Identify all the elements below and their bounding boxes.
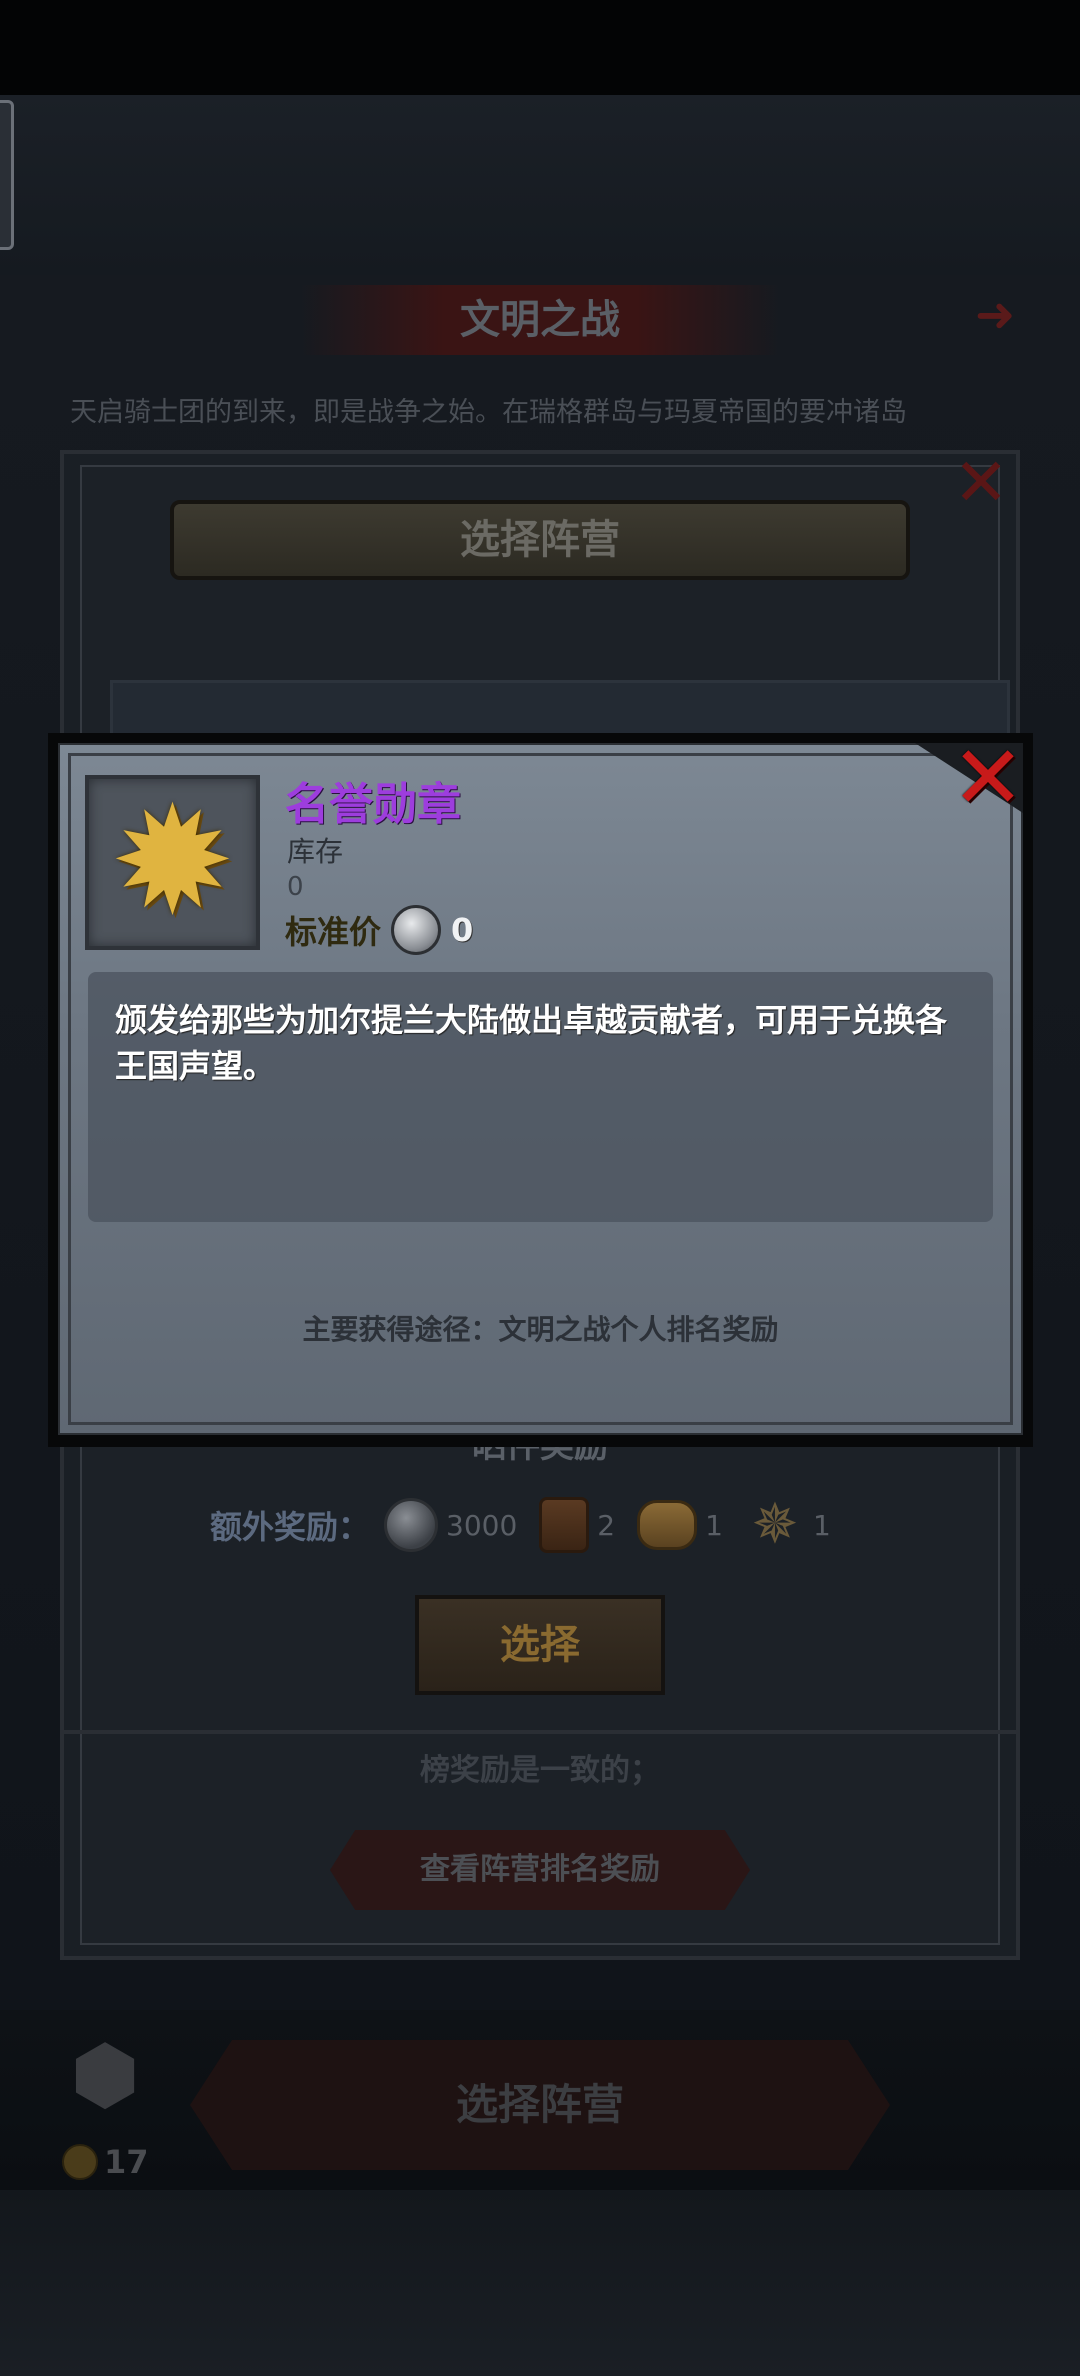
currency-value: 17 xyxy=(104,2143,149,2181)
extra-rewards-row: 额外奖励： 3000 2 1 ✵ 1 xyxy=(210,1490,845,1560)
beer-barrel-icon[interactable] xyxy=(539,1497,590,1553)
honor-medal-icon[interactable]: ✵ xyxy=(745,1495,805,1555)
side-tab[interactable] xyxy=(0,100,14,250)
reward-count: 1 xyxy=(812,1508,831,1542)
rank-info-text: 榜奖励是一致的； xyxy=(420,1753,660,1788)
footer xyxy=(0,2190,1080,2376)
select-button[interactable]: 选择 xyxy=(415,1595,665,1695)
bread-icon[interactable] xyxy=(637,1500,698,1550)
divider xyxy=(60,1730,1020,1734)
currency-count: 17 xyxy=(62,2143,149,2181)
silver-coin-icon[interactable] xyxy=(384,1498,439,1552)
status-bar xyxy=(0,0,1080,95)
price-row: 标准价 0 xyxy=(285,905,473,955)
item-source: 主要获得途径：文明之战个人排名奖励 xyxy=(302,1313,779,1346)
chest-icon[interactable]: ⬢ xyxy=(55,2030,155,2120)
extra-rewards-label: 额外奖励： xyxy=(210,1508,371,1546)
choose-faction-button[interactable]: 选择阵营 xyxy=(190,2040,890,2170)
item-description: 颁发给那些为加尔提兰大陆做出卓越贡献者，可用于兑换各王国声望。 xyxy=(115,1001,948,1085)
faction-header: 选择阵营 xyxy=(170,500,910,580)
reward-count: 1 xyxy=(705,1508,723,1542)
price-value: 0 xyxy=(451,911,474,949)
back-arrow-icon[interactable]: ➜ xyxy=(975,291,1055,339)
reward-count: 2 xyxy=(597,1508,616,1542)
faction-rank-reward-button[interactable]: 查看阵营排名奖励 xyxy=(330,1830,750,1910)
reward-count: 3000 xyxy=(446,1508,518,1542)
stock-label: 库存 xyxy=(287,835,344,868)
price-label: 标准价 xyxy=(285,913,382,951)
silver-coin-icon xyxy=(391,905,442,955)
stock-value: 0 xyxy=(287,872,304,902)
honor-medal-icon: ✹ xyxy=(109,775,236,949)
game-screen: 文明之战 ➜ 天启骑士团的到来，即是战争之始。在瑞格群岛与玛夏帝国的要冲诸岛 选… xyxy=(0,0,1080,2376)
coin-icon xyxy=(62,2144,98,2180)
intro-text: 天启骑士团的到来，即是战争之始。在瑞格群岛与玛夏帝国的要冲诸岛 xyxy=(70,397,907,428)
top-banner xyxy=(0,95,1080,275)
item-name: 名誉勋章 xyxy=(285,779,461,830)
close-icon[interactable]: ✕ xyxy=(948,450,1014,516)
page-title: 文明之战 xyxy=(460,297,620,343)
close-icon[interactable]: ✕ xyxy=(948,734,1028,822)
